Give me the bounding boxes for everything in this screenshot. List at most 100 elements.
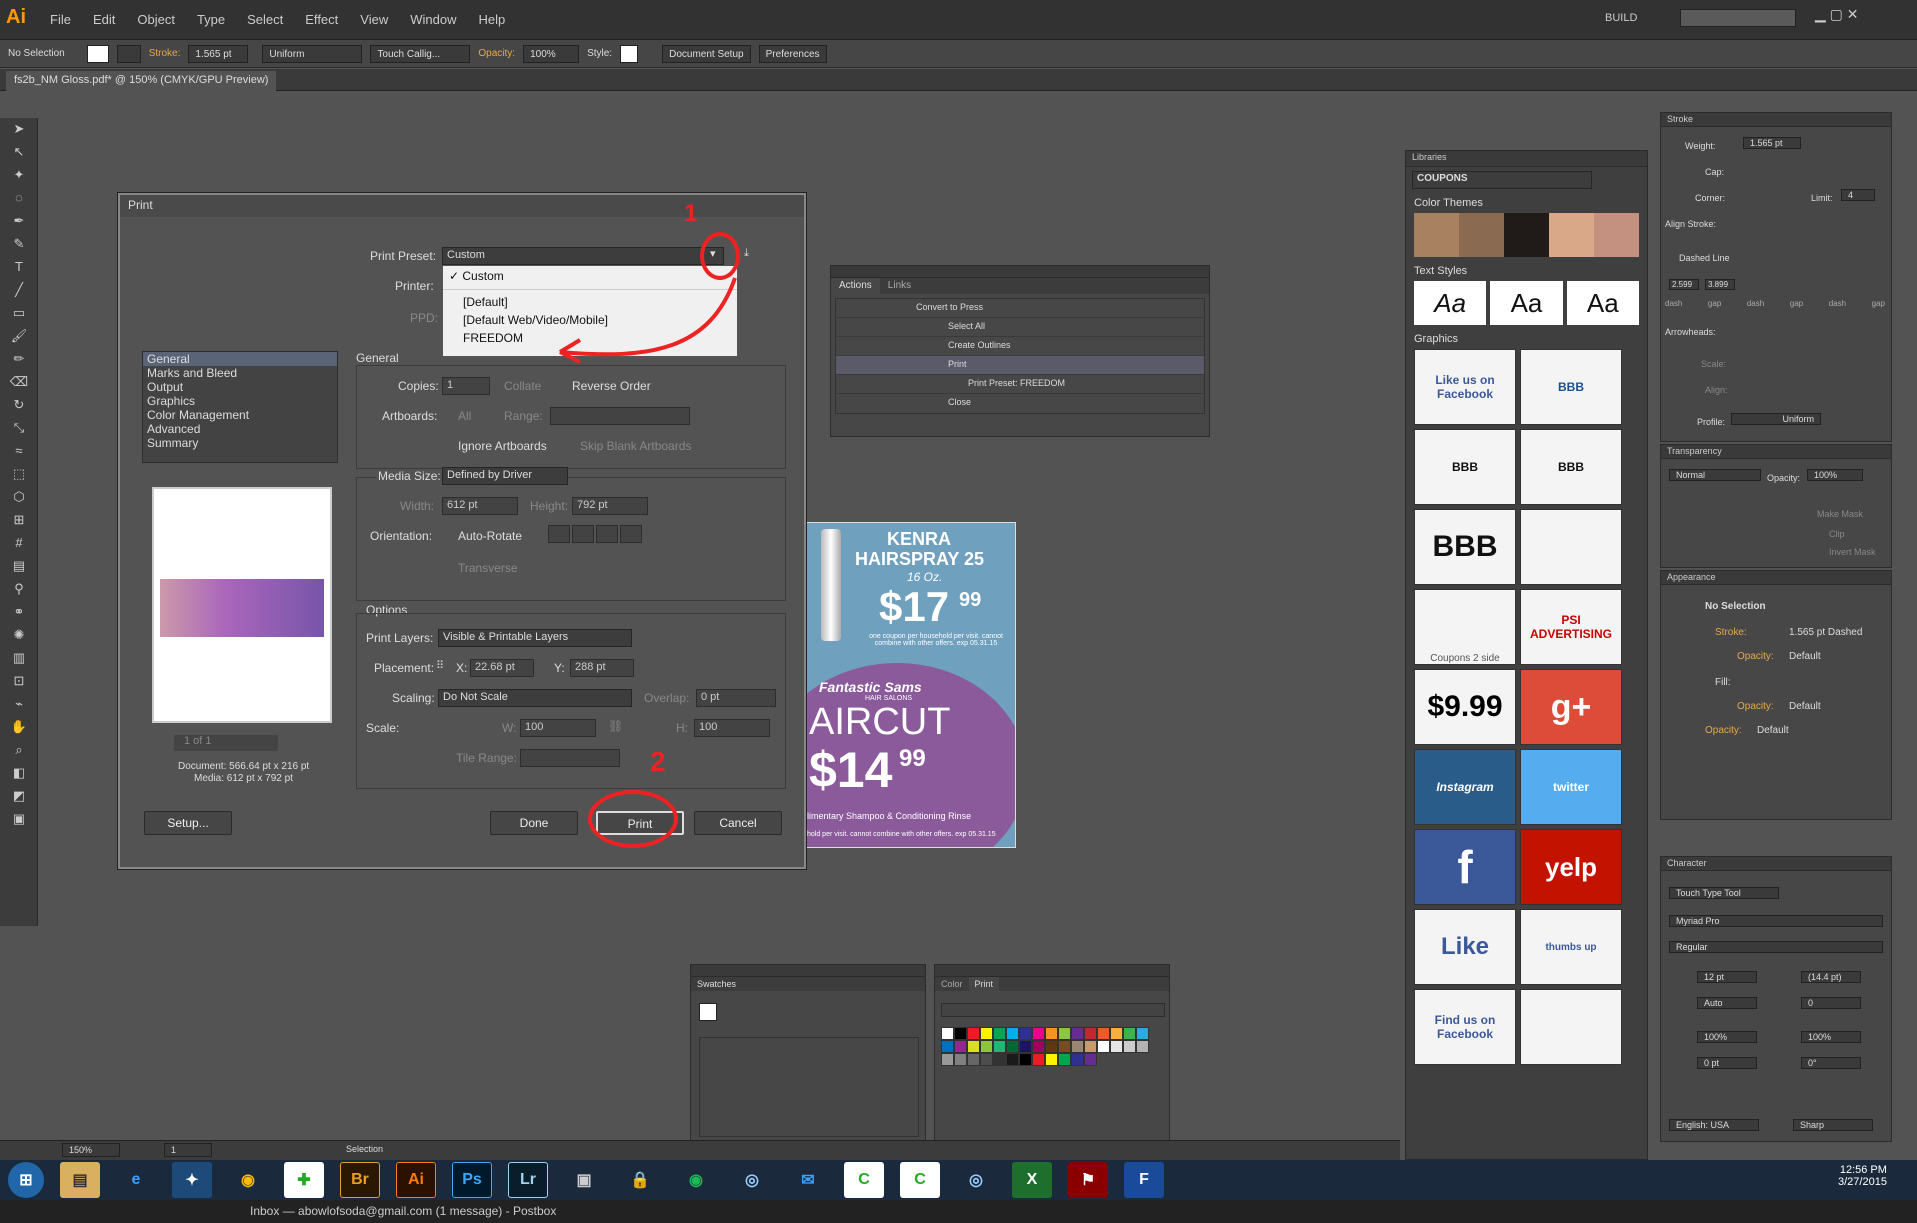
graphic-coupons-2-side[interactable]: Coupons 2 side [1414, 589, 1516, 665]
app-icon[interactable]: ✚ [284, 1162, 324, 1198]
anti-aliasing-select[interactable]: Sharp [1793, 1119, 1873, 1131]
y-input[interactable]: 288 pt [570, 659, 634, 677]
eyedropper-icon[interactable]: ⚲ [8, 581, 30, 601]
opacity-label[interactable]: Opacity: [478, 45, 515, 63]
scaling-select[interactable]: Do Not Scale [438, 689, 632, 707]
actions-panel-grip[interactable] [831, 266, 1209, 278]
font-family-select[interactable]: Myriad Pro [1669, 915, 1883, 927]
placement-grid-icon[interactable]: ⠿ [436, 659, 444, 672]
graphic-facebook-like[interactable]: Like us on Facebook [1414, 349, 1516, 425]
swatch-search-input[interactable] [941, 1003, 1165, 1017]
swatch-chip[interactable] [1006, 1040, 1019, 1053]
skip-blank-checkbox[interactable]: Skip Blank Artboards [580, 439, 691, 453]
swatch-chip[interactable] [1019, 1027, 1032, 1040]
rectangle-tool-icon[interactable]: ▭ [8, 305, 30, 325]
illustrator-icon[interactable]: Ai [396, 1162, 436, 1198]
stroke-label[interactable]: Stroke: [149, 45, 181, 63]
graphic-psi[interactable]: PSI ADVERTISING [1520, 589, 1622, 665]
photoshop-icon[interactable]: Ps [452, 1162, 492, 1198]
text-style-sample[interactable]: Aa [1566, 281, 1639, 325]
swatch-chip[interactable] [1136, 1027, 1149, 1040]
lasso-icon[interactable]: ◌ [8, 190, 30, 210]
shape-builder-icon[interactable]: ⬡ [8, 489, 30, 509]
spotify-icon[interactable]: ◉ [676, 1162, 716, 1198]
pencil-icon[interactable]: ✏ [8, 351, 30, 371]
opacity-input[interactable]: 100% [1807, 469, 1863, 481]
swatch-chip[interactable] [1097, 1027, 1110, 1040]
kerning-input[interactable]: Auto [1697, 997, 1757, 1009]
swatch-chip[interactable] [1071, 1027, 1084, 1040]
rotate-icon[interactable]: ↻ [8, 397, 30, 417]
tile-range-input[interactable] [520, 749, 620, 767]
print-preset-select[interactable]: Custom [442, 247, 724, 265]
object-opacity-label[interactable]: Opacity: [1705, 725, 1742, 736]
ie-icon[interactable]: e [116, 1162, 156, 1198]
lightroom-icon[interactable]: Lr [508, 1162, 548, 1198]
artboards-range-radio[interactable]: Range: [504, 409, 543, 423]
action-row[interactable]: Create Outlines [836, 337, 1204, 356]
swatch-chip[interactable] [967, 1053, 980, 1066]
cancel-button[interactable]: Cancel [694, 811, 782, 835]
swatch-chip[interactable] [1084, 1027, 1097, 1040]
eraser-icon[interactable]: ⌫ [8, 374, 30, 394]
style-swatch[interactable] [620, 44, 639, 63]
weight-input[interactable]: 1.565 pt [1743, 137, 1801, 149]
print-preview[interactable] [152, 487, 332, 723]
magic-wand-icon[interactable]: ✦ [8, 167, 30, 187]
character-rotation-input[interactable]: 0° [1801, 1057, 1861, 1069]
blend-mode-select[interactable]: Normal [1669, 469, 1761, 481]
graphic-bbb[interactable]: BBB [1414, 509, 1516, 585]
baseline-shift-input[interactable]: 0 pt [1697, 1057, 1757, 1069]
workspace-switcher[interactable]: BUILD [1605, 12, 1637, 24]
menu-window[interactable]: Window [410, 12, 456, 27]
selection-tool-icon[interactable]: ➤ [8, 121, 30, 141]
graphic-like[interactable]: Like [1414, 909, 1516, 985]
print-layers-select[interactable]: Visible & Printable Layers [438, 629, 632, 647]
graphic-bbb[interactable]: BBB [1520, 349, 1622, 425]
chrome-icon[interactable]: ◉ [228, 1162, 268, 1198]
graphic-facebook[interactable]: f [1414, 829, 1516, 905]
menu-effect[interactable]: Effect [305, 12, 338, 27]
swatch-chip[interactable] [941, 1040, 954, 1053]
font-size-input[interactable]: 12 pt [1697, 971, 1757, 983]
artboard-icon[interactable]: ⊡ [8, 673, 30, 693]
color-theme-swatches[interactable] [1414, 213, 1639, 257]
swatch-chip[interactable] [941, 1053, 954, 1066]
gradient-icon[interactable]: ▤ [8, 558, 30, 578]
graphic-instagram[interactable]: Instagram [1414, 749, 1516, 825]
opacity-input[interactable]: 100% [523, 44, 580, 63]
action-row[interactable]: Select All [836, 318, 1204, 337]
pen-tool-icon[interactable]: ✒ [8, 213, 30, 233]
category-general[interactable]: General [143, 352, 337, 366]
mesh-icon[interactable]: # [8, 535, 30, 555]
height-input[interactable]: 792 pt [572, 497, 648, 515]
swatch-chip[interactable] [1058, 1027, 1071, 1040]
graphic-blank[interactable] [1520, 989, 1622, 1065]
transverse-checkbox[interactable]: Transverse [458, 561, 518, 575]
done-button[interactable]: Done [490, 811, 578, 835]
app-icon[interactable]: C [844, 1162, 884, 1198]
search-input[interactable] [1680, 9, 1796, 27]
action-row[interactable]: Close [836, 394, 1204, 413]
width-input[interactable]: 612 pt [442, 497, 518, 515]
graphic-google-plus[interactable]: g+ [1520, 669, 1622, 745]
direct-selection-icon[interactable]: ↖ [8, 144, 30, 164]
swatch-chip[interactable] [1045, 1027, 1058, 1040]
fill-swatch[interactable] [86, 44, 109, 63]
landscape-flipped-icon[interactable] [620, 525, 642, 543]
font-style-select[interactable]: Regular [1669, 941, 1883, 953]
graphic-yelp[interactable]: yelp [1520, 829, 1622, 905]
swatch-chip[interactable] [1071, 1053, 1084, 1066]
bridge-icon[interactable]: Br [340, 1162, 380, 1198]
app-icon[interactable]: ◎ [956, 1162, 996, 1198]
variable-width-profile[interactable]: Uniform [262, 44, 363, 63]
swatch-chip[interactable] [1110, 1040, 1123, 1053]
swatch-chip[interactable] [980, 1053, 993, 1066]
menu-select[interactable]: Select [247, 12, 283, 27]
blend-icon[interactable]: ⚭ [8, 604, 30, 624]
tile-range-checkbox[interactable]: Tile Range: [456, 751, 517, 765]
text-style-sample[interactable]: Aa [1414, 281, 1487, 325]
portrait-flipped-icon[interactable] [596, 525, 618, 543]
excel-icon[interactable]: X [1012, 1162, 1052, 1198]
profile-select[interactable]: Uniform [1731, 413, 1821, 425]
